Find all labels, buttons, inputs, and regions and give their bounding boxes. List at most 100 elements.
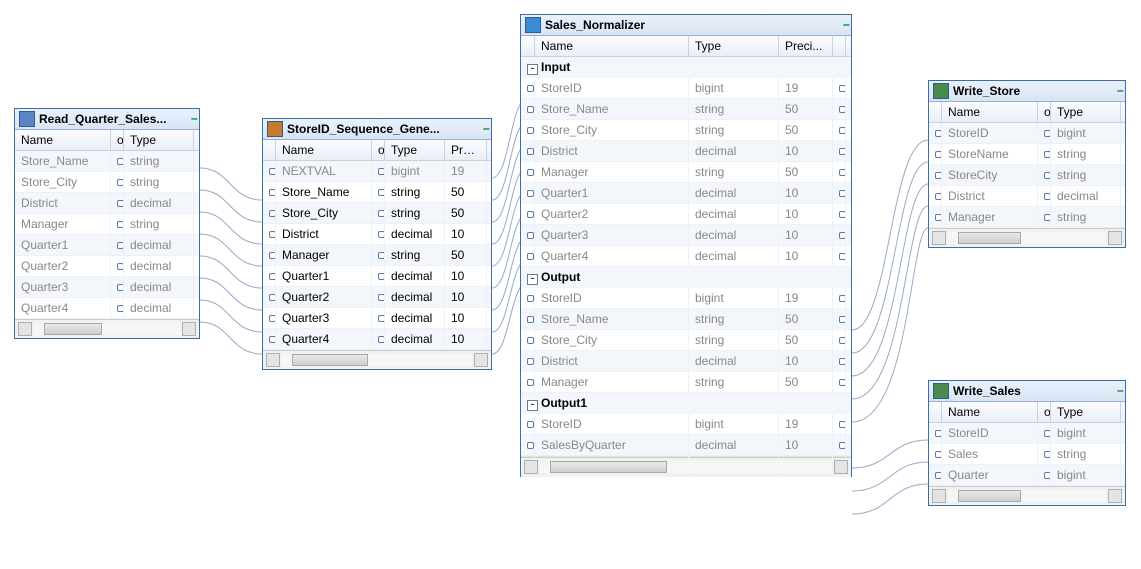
field-row[interactable]: Managerstring [15,214,199,235]
node-sales-normalizer[interactable]: Sales_Normalizer━ NameTypePreci... -Inpu… [520,14,852,477]
col-type[interactable]: Type [1051,102,1121,122]
node-storeid-sequence[interactable]: StoreID_Sequence_Gene...━ NameoTypePreci… [262,118,492,370]
field-row[interactable]: Quarter4decimal10 [263,329,491,350]
port-icon[interactable] [839,337,846,344]
col-name[interactable]: Name [535,36,689,56]
port-icon[interactable] [117,200,124,207]
port-icon[interactable] [378,294,385,301]
field-row[interactable]: Districtdecimal10 [521,141,851,162]
scrollbar[interactable] [929,486,1125,505]
port-icon[interactable] [527,85,534,92]
titlebar[interactable]: Write_Sales━ [929,381,1125,402]
scroll-left-icon[interactable] [932,231,946,245]
field-row[interactable]: Quarter1decimal [15,235,199,256]
field-row[interactable]: StoreIDbigint [929,423,1125,444]
col-name[interactable]: Name [15,130,111,150]
port-icon[interactable] [269,294,276,301]
field-row[interactable]: NEXTVALbigint19 [263,161,491,182]
field-row[interactable]: Quarter3decimal [15,277,199,298]
col-precision[interactable]: Preci. [445,140,487,160]
group-header[interactable]: -Output [521,267,851,288]
port-icon[interactable] [839,148,846,155]
field-row[interactable]: Quarter4decimal10 [521,246,851,267]
field-row[interactable]: Quarter3decimal10 [263,308,491,329]
port-icon[interactable] [378,210,385,217]
col-precision[interactable]: Preci... [779,36,833,56]
scroll-right-icon[interactable] [182,322,196,336]
port-icon[interactable] [269,252,276,259]
scroll-thumb[interactable] [958,232,1021,244]
field-row[interactable]: Districtdecimal [929,186,1125,207]
field-row[interactable]: Store_Namestring50 [263,182,491,203]
port-icon[interactable] [935,451,942,458]
port-icon[interactable] [269,231,276,238]
port-icon[interactable] [839,127,846,134]
field-row[interactable]: Store_Citystring50 [263,203,491,224]
field-row[interactable]: Quarter2decimal10 [521,204,851,225]
field-row[interactable]: Quarter2decimal [15,256,199,277]
collapse-icon[interactable]: - [527,274,538,285]
port-icon[interactable] [839,316,846,323]
col-type[interactable]: Type [385,140,445,160]
titlebar[interactable]: Read_Quarter_Sales...━ [15,109,199,130]
scrollbar[interactable] [929,228,1125,247]
port-icon[interactable] [117,221,124,228]
port-icon[interactable] [839,358,846,365]
port-icon[interactable] [1044,451,1051,458]
titlebar[interactable]: Write_Store━ [929,81,1125,102]
group-header[interactable]: -Input [521,57,851,78]
port-icon[interactable] [839,379,846,386]
scroll-right-icon[interactable] [834,460,848,474]
col-name[interactable]: Name [276,140,372,160]
titlebar[interactable]: StoreID_Sequence_Gene...━ [263,119,491,140]
port-icon[interactable] [1044,151,1051,158]
field-row[interactable]: StoreNamestring [929,144,1125,165]
port-icon[interactable] [527,127,534,134]
port-icon[interactable] [935,472,942,479]
scrollbar[interactable] [15,319,199,338]
field-row[interactable]: Quarter3decimal10 [521,225,851,246]
field-row[interactable]: Store_Namestring [15,151,199,172]
port-icon[interactable] [117,305,124,312]
port-icon[interactable] [117,179,124,186]
col-type[interactable]: Type [124,130,194,150]
port-icon[interactable] [378,315,385,322]
scroll-thumb[interactable] [958,490,1021,502]
port-icon[interactable] [527,232,534,239]
port-icon[interactable] [269,336,276,343]
port-icon[interactable] [378,273,385,280]
field-row[interactable]: Managerstring50 [263,245,491,266]
node-write-store[interactable]: Write_Store━ NameoType StoreIDbigintStor… [928,80,1126,248]
field-row[interactable]: Districtdecimal [15,193,199,214]
port-icon[interactable] [269,168,276,175]
port-icon[interactable] [1044,172,1051,179]
group-header[interactable]: -Output1 [521,393,851,414]
port-icon[interactable] [527,148,534,155]
window-controls-icon[interactable]: ━ [192,114,195,125]
port-icon[interactable] [839,211,846,218]
port-icon[interactable] [527,421,534,428]
port-icon[interactable] [935,172,942,179]
port-icon[interactable] [1044,130,1051,137]
port-icon[interactable] [935,214,942,221]
field-row[interactable]: Districtdecimal10 [521,351,851,372]
port-icon[interactable] [839,253,846,260]
port-icon[interactable] [527,106,534,113]
collapse-icon[interactable]: - [527,400,538,411]
port-icon[interactable] [839,421,846,428]
port-icon[interactable] [269,273,276,280]
port-icon[interactable] [527,316,534,323]
field-row[interactable]: StoreIDbigint [929,123,1125,144]
port-icon[interactable] [269,210,276,217]
scroll-right-icon[interactable] [1108,231,1122,245]
field-row[interactable]: Quarter1decimal10 [263,266,491,287]
port-icon[interactable] [935,151,942,158]
field-row[interactable]: Managerstring50 [521,162,851,183]
port-icon[interactable] [117,158,124,165]
port-icon[interactable] [839,85,846,92]
port-icon[interactable] [378,189,385,196]
port-icon[interactable] [527,379,534,386]
field-row[interactable]: Managerstring [929,207,1125,228]
port-icon[interactable] [378,231,385,238]
field-row[interactable]: Quarter1decimal10 [521,183,851,204]
